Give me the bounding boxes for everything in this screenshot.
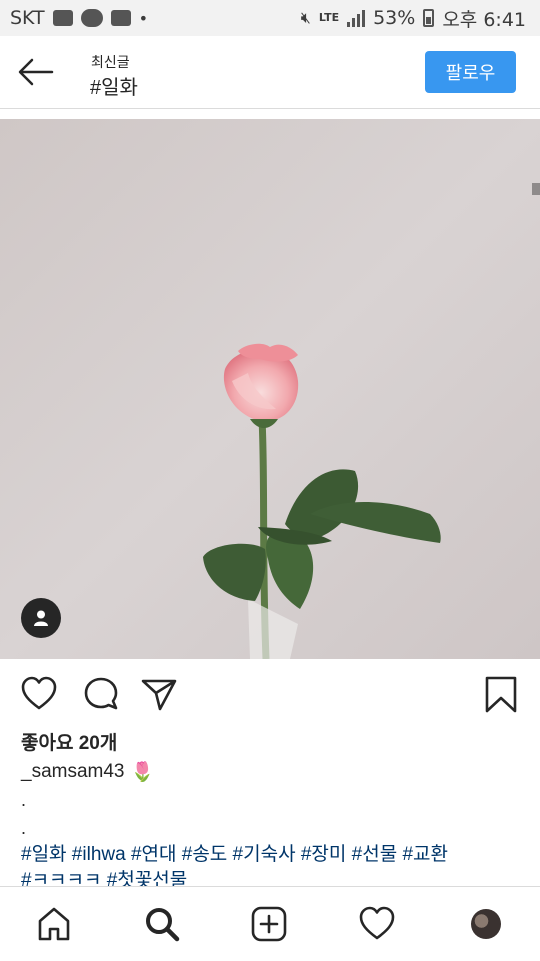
gallery-notification-icon <box>52 10 73 26</box>
caption-user: _samsam43 🌷 <box>21 760 154 784</box>
hashtag-line-1[interactable]: #일화 #ilhwa #연대 #송도 #기숙사 #장미 #선물 #교환 <box>21 842 526 868</box>
hashtag-header: 최신글 #일화 팔로우 <box>0 36 540 109</box>
bottom-navigation <box>0 886 540 961</box>
battery-icon <box>423 9 435 27</box>
lte-icon: LTE <box>318 11 340 24</box>
page-title: #일화 <box>90 77 138 99</box>
tulip-emoji: 🌷 <box>130 762 155 783</box>
talk-notification-icon <box>80 9 103 27</box>
battery-percent: 53% <box>373 7 416 29</box>
rose-photo <box>0 119 540 659</box>
mute-icon: 🔇︎ <box>300 8 311 27</box>
caption-dot-1: . <box>21 790 27 810</box>
share-icon[interactable] <box>140 675 178 713</box>
signal-icon <box>347 9 366 27</box>
caption-dot-2: . <box>21 818 27 838</box>
follow-button[interactable]: 팔로우 <box>425 51 516 93</box>
search-icon[interactable] <box>143 905 181 943</box>
post-image[interactable] <box>0 119 540 659</box>
username-link[interactable]: _samsam43 <box>21 761 125 783</box>
v-notification-icon <box>110 10 131 26</box>
user-tag-icon[interactable] <box>21 598 61 638</box>
carrier-label: SKT <box>10 7 45 29</box>
comment-icon[interactable] <box>82 675 120 713</box>
back-arrow-icon[interactable] <box>16 54 56 90</box>
person-icon <box>34 610 48 626</box>
clock: 오후 6:41 <box>442 8 526 31</box>
activity-heart-icon[interactable] <box>358 905 396 943</box>
status-bar: SKT • 🔇︎ LTE 53% 오후 6:41 <box>0 0 540 36</box>
more-notifications-dot: • <box>138 8 149 28</box>
home-icon[interactable] <box>35 905 73 943</box>
bookmark-icon[interactable] <box>482 675 520 713</box>
add-post-icon[interactable] <box>250 905 288 943</box>
header-subtitle: 최신글 <box>91 54 130 70</box>
heart-icon[interactable] <box>20 675 58 713</box>
post-actions <box>0 669 540 719</box>
like-count[interactable]: 좋아요 20개 <box>21 728 117 755</box>
profile-avatar[interactable] <box>471 909 501 939</box>
